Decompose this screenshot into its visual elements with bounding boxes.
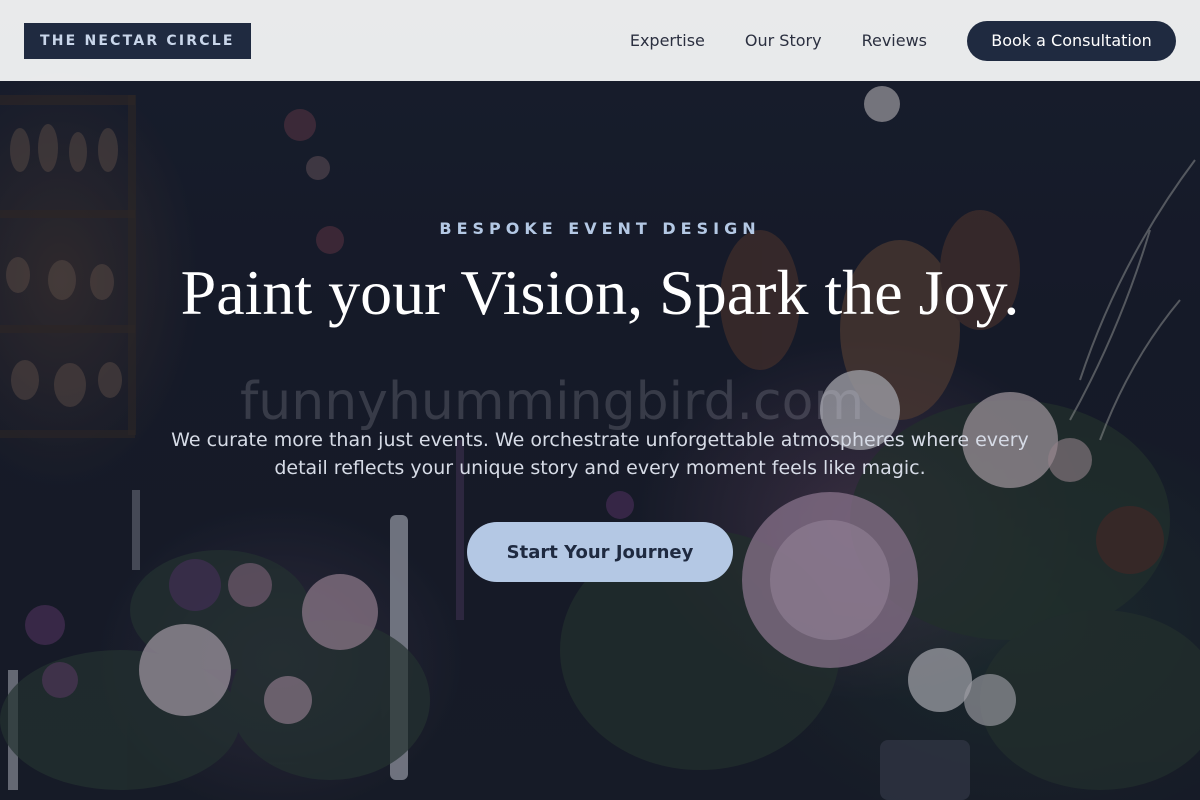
nav-link-expertise[interactable]: Expertise [630, 31, 705, 50]
navbar: THE NECTAR CIRCLE Expertise Our Story Re… [0, 0, 1200, 81]
book-consultation-button[interactable]: Book a Consultation [967, 20, 1176, 61]
hero-background [0, 0, 1200, 800]
start-journey-button[interactable]: Start Your Journey [467, 522, 733, 582]
nav-link-our-story[interactable]: Our Story [745, 31, 822, 50]
hero-headline: Paint your Vision, Spark the Joy. [180, 257, 1020, 328]
hero-dark-overlay [0, 0, 1200, 800]
nav-menu: Expertise Our Story Reviews Book a Consu… [630, 20, 1176, 61]
hero-eyebrow: BESPOKE EVENT DESIGN [439, 219, 761, 238]
brand-logo[interactable]: THE NECTAR CIRCLE [24, 22, 251, 59]
nav-link-reviews[interactable]: Reviews [862, 31, 927, 50]
hero-subtext: We curate more than just events. We orch… [171, 429, 1029, 479]
